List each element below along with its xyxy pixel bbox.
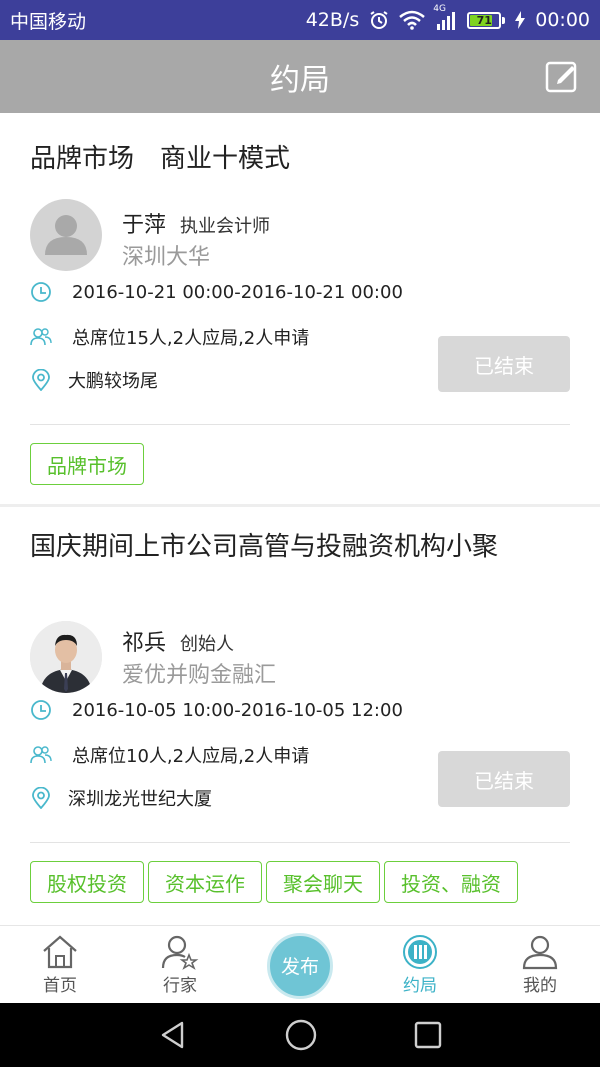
avatar[interactable] — [30, 199, 102, 271]
host-org: 深圳大华 — [122, 245, 211, 270]
tab-mine-label: 我的 — [523, 976, 557, 996]
recents-icon[interactable] — [414, 1021, 442, 1049]
event-location-row: 大鹏较场尾 — [30, 367, 158, 393]
wifi-icon — [399, 10, 426, 30]
event-title: 品牌市场 商业十模式 — [30, 144, 291, 174]
event-card[interactable]: 国庆期间上市公司高管与投融资机构小聚 祁兵 创始人 爱优并购金融汇 2016-10… — [0, 507, 600, 925]
event-time-row: 2016-10-05 10:00-2016-10-05 12:00 — [30, 699, 403, 721]
event-location-row: 深圳龙光世纪大厦 — [30, 785, 212, 811]
event-time: 2016-10-05 10:00-2016-10-05 12:00 — [72, 699, 403, 721]
clock-icon — [30, 699, 52, 721]
tab-meetups-label: 约局 — [403, 976, 437, 996]
tab-experts[interactable]: 行家 — [120, 926, 240, 1003]
host-name: 于萍 — [122, 213, 167, 238]
tag[interactable]: 股权投资 — [30, 861, 144, 903]
clock: 00:00 — [535, 9, 590, 31]
event-seats-row: 总席位15人,2人应局,2人申请 — [30, 324, 309, 350]
profile-icon — [520, 933, 560, 971]
tag[interactable]: 投资、融资 — [384, 861, 518, 903]
event-location: 大鹏较场尾 — [68, 371, 158, 392]
tag[interactable]: 聚会聊天 — [266, 861, 380, 903]
host-role: 执业会计师 — [180, 216, 271, 237]
charging-icon — [515, 11, 526, 29]
host-role: 创始人 — [180, 634, 235, 655]
event-location: 深圳龙光世纪大厦 — [68, 789, 212, 810]
system-nav-bar — [0, 1003, 600, 1067]
carrier-label: 中国移动 — [10, 10, 87, 33]
tag[interactable]: 资本运作 — [148, 861, 262, 903]
home-nav-icon[interactable] — [284, 1018, 318, 1052]
event-time: 2016-10-21 00:00-2016-10-21 00:00 — [72, 281, 403, 303]
divider — [30, 424, 570, 425]
edit-icon[interactable] — [544, 58, 580, 94]
ended-status-button[interactable]: 已结束 — [438, 336, 570, 392]
network-speed: 42B/s — [305, 9, 360, 31]
location-pin-icon — [30, 787, 52, 809]
host-org: 爱优并购金融汇 — [122, 663, 277, 688]
status-bar: 中国移动 42B/s 4G 71 00:00 — [0, 0, 600, 40]
tab-publish[interactable]: 发布 — [240, 926, 360, 1003]
tab-experts-label: 行家 — [163, 976, 197, 996]
status-icons: 42B/s 4G 71 00:00 — [305, 4, 590, 31]
header-bar: 约局 — [0, 40, 600, 113]
meetup-icon — [400, 933, 440, 971]
clock-icon — [30, 281, 52, 303]
tab-home-label: 首页 — [43, 976, 77, 996]
event-seats: 总席位15人,2人应局,2人申请 — [72, 328, 310, 349]
alarm-icon — [370, 11, 388, 29]
tag-list: 品牌市场 — [30, 443, 144, 485]
tag[interactable]: 品牌市场 — [30, 443, 144, 485]
back-icon[interactable] — [158, 1020, 188, 1050]
host-name-line: 于萍 执业会计师 — [122, 207, 270, 239]
tab-mine[interactable]: 我的 — [480, 926, 600, 1003]
ended-status-button[interactable]: 已结束 — [438, 751, 570, 807]
event-card[interactable]: 品牌市场 商业十模式 于萍 执业会计师 深圳大华 2016-10-21 00:00… — [0, 113, 600, 504]
cell-signal-icon: 4G — [433, 4, 457, 30]
people-icon — [30, 744, 52, 766]
people-icon — [30, 326, 52, 348]
home-icon — [40, 933, 80, 971]
page-title: 约局 — [270, 62, 330, 98]
avatar[interactable] — [30, 621, 102, 693]
event-title: 国庆期间上市公司高管与投融资机构小聚 — [30, 532, 499, 562]
battery-icon: 71 — [467, 11, 506, 29]
tag-list: 股权投资 资本运作 聚会聊天 投资、融资 — [30, 861, 518, 903]
event-list[interactable]: 品牌市场 商业十模式 于萍 执业会计师 深圳大华 2016-10-21 00:00… — [0, 113, 600, 925]
publish-button[interactable]: 发布 — [267, 932, 333, 999]
event-seats: 总席位10人,2人应局,2人申请 — [72, 746, 310, 767]
event-time-row: 2016-10-21 00:00-2016-10-21 00:00 — [30, 281, 403, 303]
expert-star-icon — [160, 933, 200, 971]
tab-meetups[interactable]: 约局 — [360, 926, 480, 1003]
host-name: 祁兵 — [122, 631, 167, 656]
location-pin-icon — [30, 369, 52, 391]
host-name-line: 祁兵 创始人 — [122, 625, 234, 657]
bottom-tab-bar: 首页 行家 发布 约局 我的 — [0, 925, 600, 1003]
event-seats-row: 总席位10人,2人应局,2人申请 — [30, 742, 309, 768]
tab-home[interactable]: 首页 — [0, 926, 120, 1003]
divider — [30, 842, 570, 843]
